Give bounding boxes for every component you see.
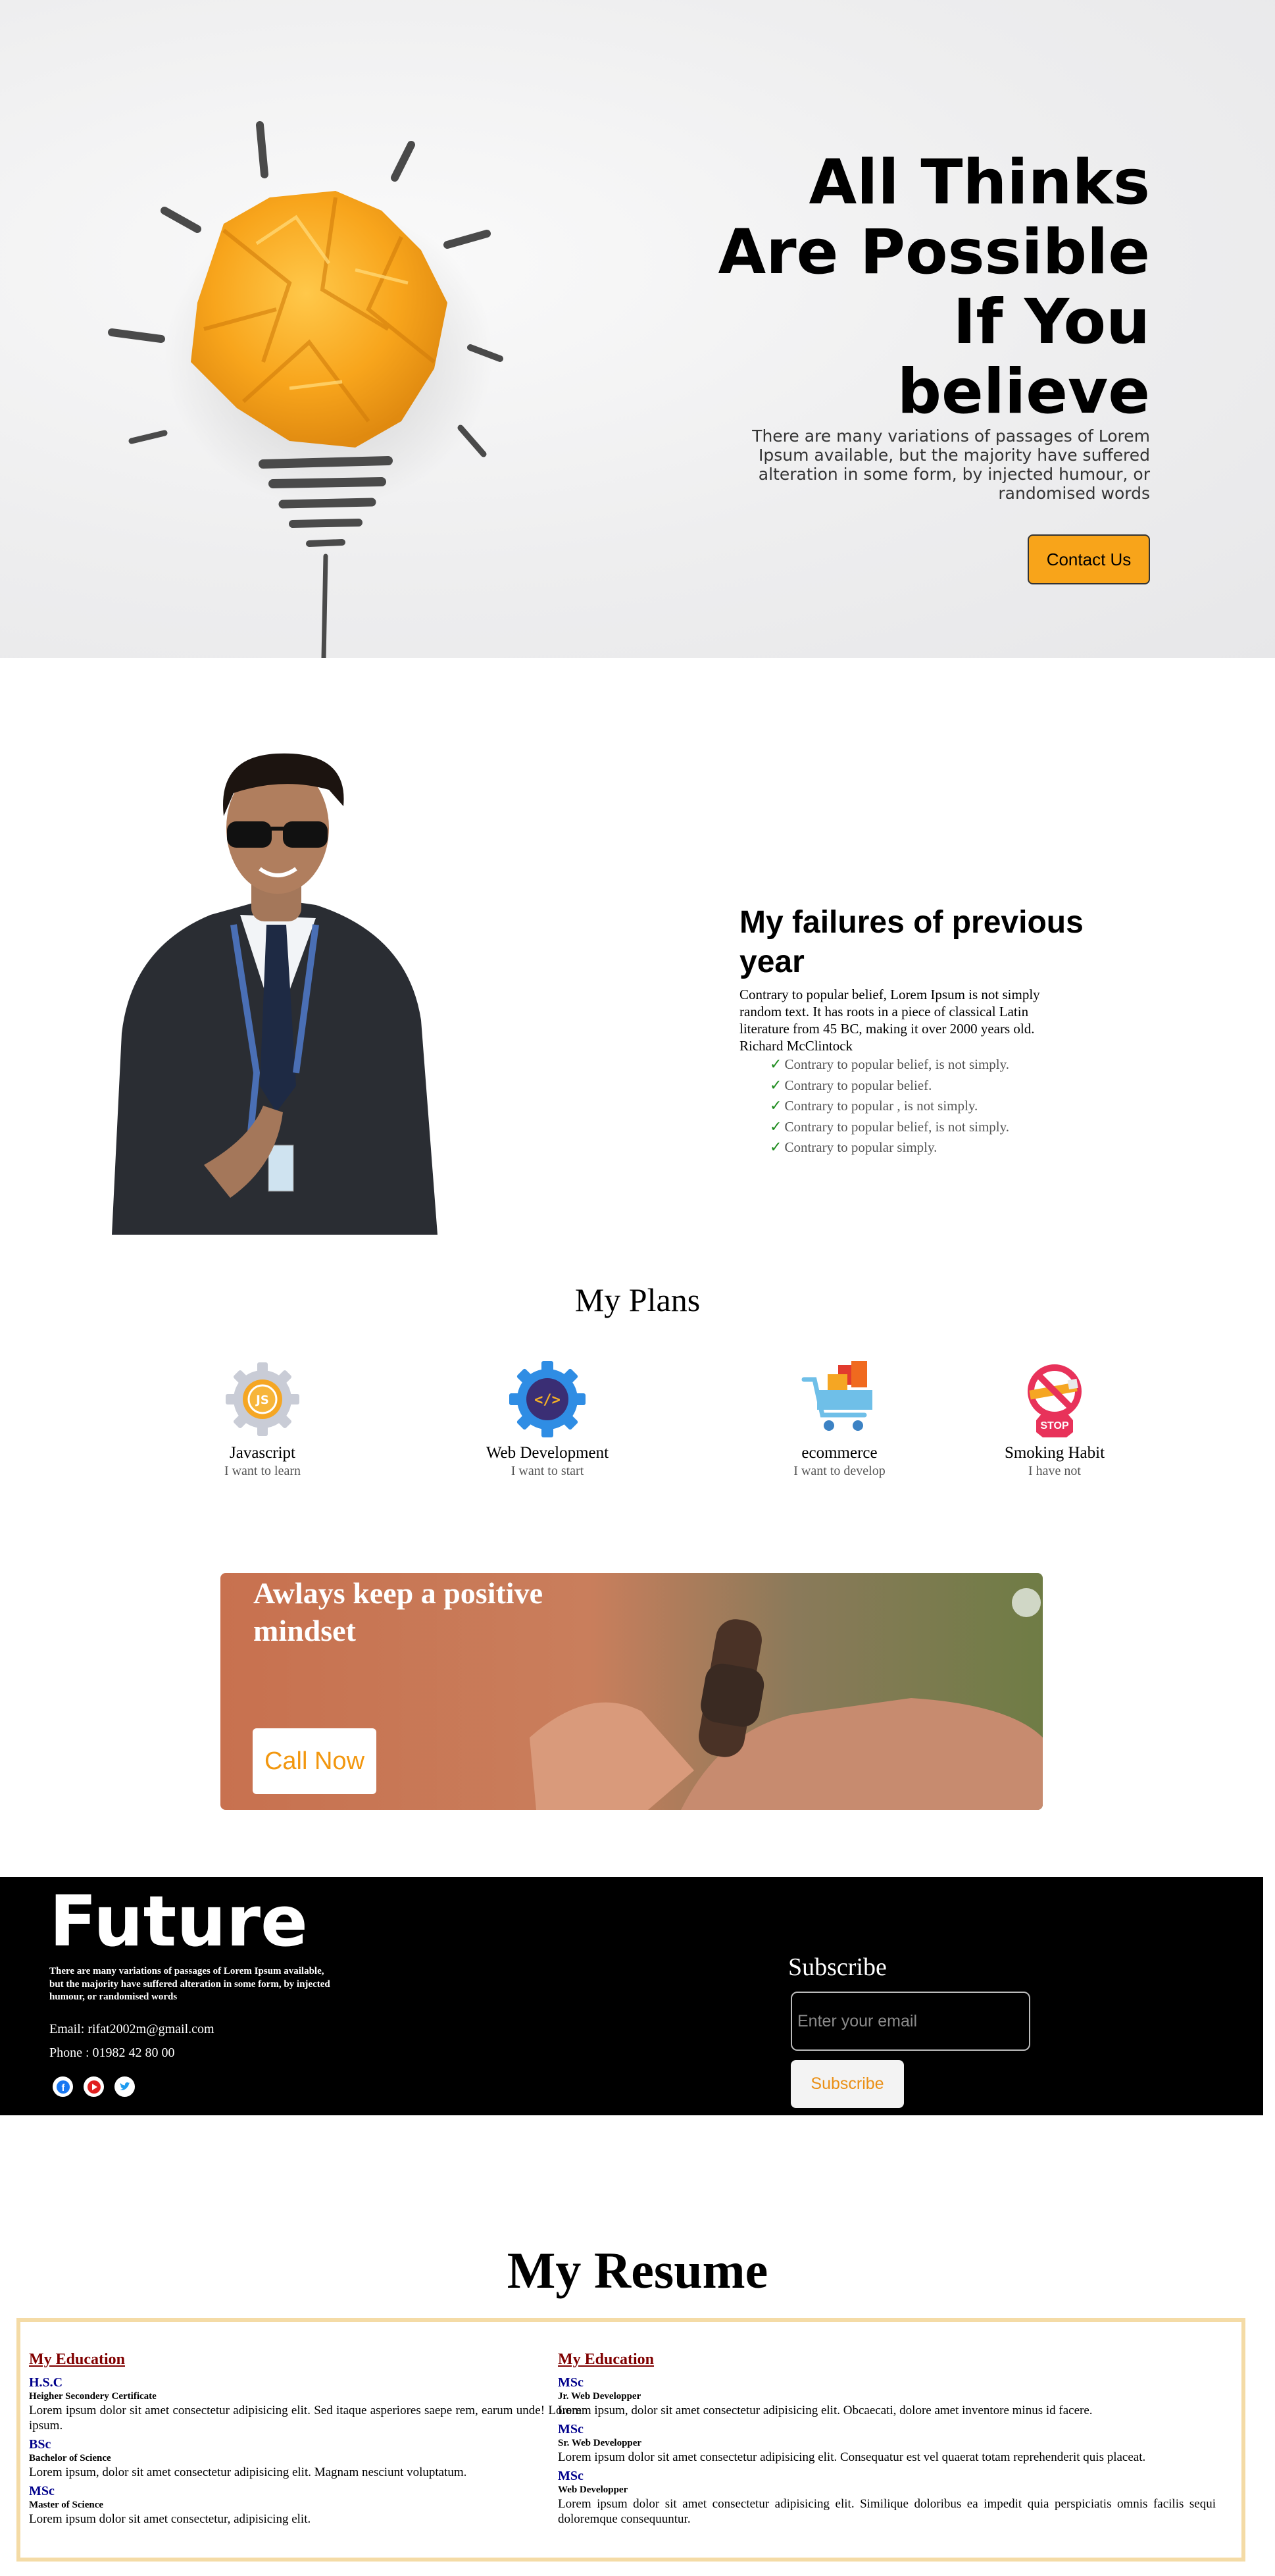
twitter-icon[interactable] xyxy=(114,2076,135,2097)
check-icon: ✓ xyxy=(770,1098,782,1114)
degree-title: MSc xyxy=(558,2469,584,2483)
shopping-cart-icon xyxy=(801,1361,872,1431)
degree-subtitle: Bachelor of Science xyxy=(29,2453,111,2463)
list-item: ✓ Contrary to popular belief, is not simp… xyxy=(770,1117,1009,1138)
plan-name: Web Development xyxy=(486,1444,609,1462)
degree-description: Lorem ipsum dolor sit amet consectetur a… xyxy=(29,2404,582,2433)
code-gear-icon: </> xyxy=(509,1361,586,1437)
call-now-button[interactable]: Call Now xyxy=(253,1728,376,1794)
degree-subtitle: Master of Science xyxy=(29,2500,104,2510)
failures-list: ✓ Contrary to popular belief, is not simp… xyxy=(770,1054,1009,1158)
education-heading: My Education xyxy=(29,2351,126,2368)
email-input[interactable] xyxy=(791,1992,1030,2051)
resume-column-right: My Education MSc Jr. Web Developper Lore… xyxy=(558,2351,1216,2531)
plan-card-web-development: </> Web Development I want to start xyxy=(436,1360,659,1479)
check-icon: ✓ xyxy=(770,1077,782,1094)
hero-title-line: believe xyxy=(897,356,1150,428)
failures-description: Contrary to popular belief, Lorem Ipsum … xyxy=(739,987,1040,1054)
list-item-text: Contrary to popular belief, is not simpl… xyxy=(784,1118,1010,1135)
list-item-text: Contrary to popular , is not simply. xyxy=(784,1098,978,1114)
plan-description: I want to develop xyxy=(793,1464,886,1478)
contact-us-button[interactable]: Contact Us xyxy=(1028,534,1150,584)
check-icon: ✓ xyxy=(770,1139,782,1156)
degree-subtitle: Heigher Secondery Certificate xyxy=(29,2391,157,2402)
social-links: f xyxy=(53,2076,135,2097)
plan-name: Javascript xyxy=(230,1444,295,1462)
youtube-icon[interactable] xyxy=(84,2076,104,2097)
education-entry: H.S.C Heigher Secondery Certificate Lore… xyxy=(29,2375,582,2433)
education-entry: MSc Sr. Web Developper Lorem ipsum dolor… xyxy=(558,2422,1216,2465)
plan-card-smoking-habit: STOP Smoking Habit I have not xyxy=(943,1360,1166,1479)
degree-description: Lorem ipsum, dolor sit amet consectetur … xyxy=(558,2404,1093,2417)
plan-description: I have not xyxy=(1028,1464,1081,1478)
list-item: ✓ Contrary to popular belief, is not simp… xyxy=(770,1054,1009,1075)
javascript-gear-icon: JS xyxy=(226,1362,299,1436)
list-item-text: Contrary to popular simply. xyxy=(784,1139,938,1155)
plan-description: I want to start xyxy=(511,1464,584,1478)
subscribe-button[interactable]: Subscribe xyxy=(791,2060,904,2108)
list-item: ✓ Contrary to popular , is not simply. xyxy=(770,1096,1009,1117)
degree-title: MSc xyxy=(558,2422,584,2436)
facebook-icon[interactable]: f xyxy=(53,2076,73,2097)
footer-phone: Phone : 01982 42 80 00 xyxy=(49,2046,175,2060)
hero-title-line: If You xyxy=(953,286,1150,358)
degree-description: Lorem ipsum dolor sit amet consectetur a… xyxy=(558,2450,1146,2464)
plan-card-javascript: JS Javascript I want to learn xyxy=(151,1360,374,1479)
plans-title: My Plans xyxy=(574,1281,701,1318)
degree-subtitle: Sr. Web Developper xyxy=(558,2438,642,2448)
resume-column-left: My Education H.S.C Heigher Secondery Cer… xyxy=(29,2351,582,2531)
svg-text:</>: </> xyxy=(534,1392,561,1408)
footer-description: There are many variations of passages of… xyxy=(49,1966,330,2002)
degree-title: MSc xyxy=(558,2375,584,2390)
plan-card-ecommerce: ecommerce I want to develop xyxy=(728,1360,951,1479)
plan-description: I want to learn xyxy=(224,1464,301,1478)
list-item-text: Contrary to popular belief, is not simpl… xyxy=(784,1056,1010,1072)
resume-title: My Resume xyxy=(507,2242,768,2299)
degree-subtitle: Web Developper xyxy=(558,2485,628,2495)
hero-section: All Thinks Are Possible If You believe T… xyxy=(0,0,1275,658)
hero-title-line: Are Possible xyxy=(718,217,1150,288)
education-heading: My Education xyxy=(558,2351,655,2368)
subscribe-title: Subscribe xyxy=(788,1953,887,1981)
education-entry: MSc Web Developper Lorem ipsum dolor sit… xyxy=(558,2469,1216,2527)
degree-description: Lorem ipsum dolor sit amet consectetur a… xyxy=(558,2497,1216,2526)
profile-photo xyxy=(112,753,438,1235)
no-smoking-icon: STOP xyxy=(1028,1364,1082,1437)
failures-title: My failures of previous year xyxy=(739,905,1084,979)
footer: Future There are many variations of pass… xyxy=(0,1877,1263,2115)
degree-title: MSc xyxy=(29,2484,55,2498)
list-item-text: Contrary to popular belief. xyxy=(784,1077,932,1093)
svg-text:JS: JS xyxy=(255,1393,269,1407)
crumpled-paper-lightbulb-image xyxy=(108,121,503,658)
svg-text:STOP: STOP xyxy=(1040,1420,1069,1431)
check-icon: ✓ xyxy=(770,1056,782,1073)
degree-subtitle: Jr. Web Developper xyxy=(558,2391,641,2402)
check-icon: ✓ xyxy=(770,1118,782,1135)
list-item: ✓ Contrary to popular belief. xyxy=(770,1075,1009,1096)
banner-title: Awlays keep a positive mindset xyxy=(253,1576,543,1647)
list-item: ✓ Contrary to popular simply. xyxy=(770,1137,1009,1158)
degree-title: H.S.C xyxy=(29,2375,63,2390)
hero-title: All Thinks Are Possible If You believe xyxy=(650,148,1150,427)
hero-description: There are many variations of passages of… xyxy=(752,426,1150,503)
degree-title: BSc xyxy=(29,2437,51,2452)
footer-email: Email: rifat2002m@gmail.com xyxy=(49,2022,214,2036)
degree-description: Lorem ipsum dolor sit amet consectetur, … xyxy=(29,2512,311,2526)
footer-brand: Future xyxy=(49,1881,308,1962)
education-entry: MSc Jr. Web Developper Lorem ipsum, dolo… xyxy=(558,2375,1216,2418)
degree-description: Lorem ipsum, dolor sit amet consectetur … xyxy=(29,2465,467,2479)
plan-name: Smoking Habit xyxy=(1004,1444,1105,1462)
plan-name: ecommerce xyxy=(801,1444,878,1462)
hero-title-line: All Thinks xyxy=(809,147,1150,219)
education-entry: BSc Bachelor of Science Lorem ipsum, dol… xyxy=(29,2437,582,2480)
education-entry: MSc Master of Science Lorem ipsum dolor … xyxy=(29,2484,582,2527)
